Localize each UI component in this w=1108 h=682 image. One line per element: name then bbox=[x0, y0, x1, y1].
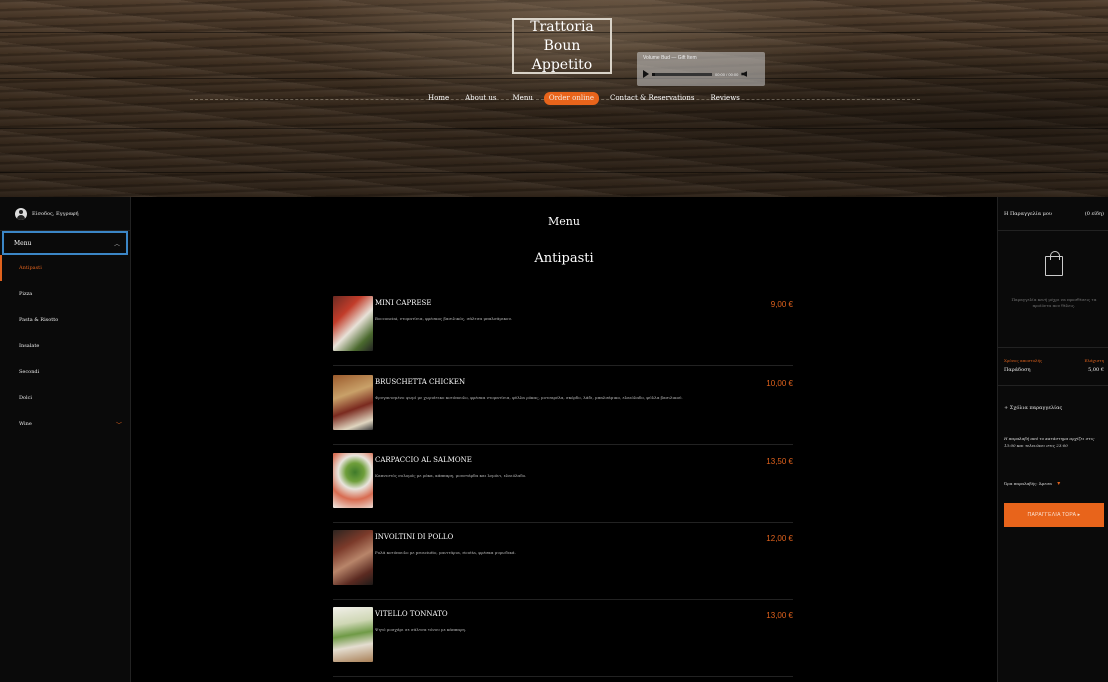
wood-plank-line bbox=[0, 78, 1108, 79]
sidebar-item-wine[interactable]: Wine ﹀ bbox=[0, 411, 130, 437]
audio-seek-bar[interactable] bbox=[652, 72, 712, 76]
sidebar-item-label: Dolci bbox=[19, 395, 33, 401]
login-label: Είσοδος, Εγγραφή bbox=[32, 210, 79, 217]
cart-panel: Η Παραγγελία μου (0 είδη) Παραγγελία κεν… bbox=[997, 197, 1108, 682]
pickup-time-label: Ώρα παραλαβής: Άμεσα bbox=[1004, 481, 1052, 486]
dish-item[interactable]: INVOLTINI DI POLLO Ρολά κοτόπουλο με pro… bbox=[333, 530, 793, 600]
dish-description: Bocconcini, ντοματίνια, φρέσκος βασιλικό… bbox=[375, 316, 513, 321]
shopping-bag-icon bbox=[1045, 251, 1063, 276]
header-banner: Trattoria Boun Appetito Volume Bud — Gif… bbox=[0, 0, 1108, 197]
dish-price: 13,50 € bbox=[766, 457, 793, 466]
dish-name: VITELLO TONNATO bbox=[375, 610, 448, 618]
nav-reviews[interactable]: Reviews bbox=[705, 92, 744, 105]
dish-image bbox=[333, 296, 373, 351]
dish-item[interactable]: CARPACCIO AL SALMONE Καπνιστός σολομός μ… bbox=[333, 453, 793, 523]
nav-contact-reservations[interactable]: Contact & Reservations bbox=[605, 92, 699, 105]
order-now-button[interactable]: ΠΑΡΑΓΓΕΛΙΑ ΤΩΡΑ ▸ bbox=[1004, 503, 1104, 527]
cart-count: (0 είδη) bbox=[1084, 210, 1104, 217]
volume-icon[interactable] bbox=[741, 71, 748, 77]
sidebar-item-label: Insalate bbox=[19, 343, 40, 349]
sidebar-item-label: Pizza bbox=[19, 291, 33, 297]
audio-progress-fill bbox=[652, 72, 655, 76]
nav-home[interactable]: Home bbox=[423, 92, 454, 105]
dish-price: 13,00 € bbox=[766, 611, 793, 620]
menu-dropdown-label: Menu bbox=[14, 239, 32, 247]
audio-title: Volume Bud — Gift Item bbox=[643, 55, 697, 61]
dish-price: 12,00 € bbox=[766, 534, 793, 543]
sidebar-item-secondi[interactable]: Secondi bbox=[0, 359, 130, 385]
cart-header: Η Παραγγελία μου (0 είδη) bbox=[998, 197, 1108, 231]
dish-description: Ψητό μοσχάρι σε σάλτσα τόνου με κάππαρη. bbox=[375, 627, 467, 632]
wood-plank-line bbox=[0, 128, 1108, 129]
dish-price: 10,00 € bbox=[766, 379, 793, 388]
menu-dropdown-header[interactable]: Menu ︿ bbox=[2, 231, 128, 255]
dish-item[interactable]: BRUSCHETTA CHICKEN Φρυγανισμένο ψωμί με … bbox=[333, 375, 793, 445]
chevron-down-icon: ▾ bbox=[1057, 480, 1061, 487]
logo-line-2: Boun Appetito bbox=[531, 37, 593, 73]
nav-about-us[interactable]: About us bbox=[460, 92, 501, 105]
dish-name: BRUSCHETTA CHICKEN bbox=[375, 378, 466, 386]
sidebar-item-pizza[interactable]: Pizza bbox=[0, 281, 130, 307]
sidebar-item-label: Antipasti bbox=[19, 265, 42, 271]
nav-menu[interactable]: Menu bbox=[508, 92, 538, 105]
minimum-order-label: Ελάχιστη bbox=[1084, 358, 1105, 363]
login-link[interactable]: Είσοδος, Εγγραφή bbox=[0, 197, 130, 231]
divider bbox=[998, 347, 1108, 348]
wood-plank-line bbox=[0, 172, 1108, 173]
sidebar-item-label: Pasta & Risotto bbox=[19, 317, 59, 323]
dish-image bbox=[333, 607, 373, 662]
cart-empty-message: Παραγγελία κενή μέχρι να προσθέσεις τα π… bbox=[1011, 297, 1097, 308]
sidebar-item-label: Wine bbox=[19, 421, 32, 427]
sidebar-item-insalate[interactable]: Insalate bbox=[0, 333, 130, 359]
audio-controls: 00:00 / 00:00 bbox=[643, 70, 759, 78]
delivery-value[interactable]: Παράδοση bbox=[1004, 367, 1030, 373]
chevron-up-icon: ︿ bbox=[113, 240, 120, 248]
main-nav: Home About us Menu Order online Contact … bbox=[423, 92, 745, 105]
page-title: Menu bbox=[548, 215, 580, 228]
user-icon bbox=[15, 207, 27, 220]
dish-item[interactable]: MINI CAPRESE Bocconcini, ντοματίνια, φρέ… bbox=[333, 296, 793, 366]
dish-name: CARPACCIO AL SALMONE bbox=[375, 456, 472, 464]
dish-image bbox=[333, 453, 373, 508]
dish-name: INVOLTINI DI POLLO bbox=[375, 533, 454, 541]
sidebar-item-label: Secondi bbox=[19, 369, 40, 375]
pickup-time-select[interactable]: Ώρα παραλαβής: Άμεσα ▾ bbox=[1004, 480, 1060, 487]
play-icon[interactable] bbox=[643, 70, 649, 78]
dish-price: 9,00 € bbox=[770, 300, 793, 309]
logo-line-1: Trattoria bbox=[530, 18, 594, 35]
minimum-order-value: 5,00 € bbox=[1088, 367, 1104, 373]
sidebar-item-antipasti[interactable]: Antipasti bbox=[0, 255, 130, 281]
order-comments-link[interactable]: + Σχόλια παραγγελίας bbox=[1004, 405, 1062, 411]
dish-item[interactable]: VITELLO TONNATO Ψητό μοσχάρι σε σάλτσα τ… bbox=[333, 607, 793, 677]
restaurant-logo[interactable]: Trattoria Boun Appetito bbox=[512, 18, 612, 74]
category-sidebar: Είσοδος, Εγγραφή Menu ︿ Antipasti Pizza … bbox=[0, 197, 131, 682]
sidebar-item-dolci[interactable]: Dolci bbox=[0, 385, 130, 411]
dish-image bbox=[333, 375, 373, 430]
dish-image bbox=[333, 530, 373, 585]
dish-description: Καπνιστός σολομός με ρόκα, κάππαρη, μουσ… bbox=[375, 473, 527, 478]
cart-title: Η Παραγγελία μου bbox=[1004, 210, 1052, 217]
dish-name: MINI CAPRESE bbox=[375, 299, 432, 307]
pickup-hours-note: Η παραλαβή από το κατάστημα αρχίζει στις… bbox=[1004, 436, 1095, 448]
nav-order-online[interactable]: Order online bbox=[543, 92, 599, 105]
chevron-down-icon: ﹀ bbox=[115, 421, 122, 429]
menu-content: Menu Antipasti MINI CAPRESE Bocconcini, … bbox=[131, 197, 997, 682]
divider bbox=[998, 385, 1108, 386]
sidebar-item-pasta-risotto[interactable]: Pasta & Risotto bbox=[0, 307, 130, 333]
audio-player: Volume Bud — Gift Item 00:00 / 00:00 bbox=[637, 52, 765, 86]
dish-description: Ρολά κοτόπουλο με prosciutto, μανιτάρια,… bbox=[375, 550, 516, 555]
dish-description: Φρυγανισμένο ψωμί με χωριάτικο κοτόπουλο… bbox=[375, 395, 683, 400]
audio-time: 00:00 / 00:00 bbox=[715, 71, 739, 77]
section-title: Antipasti bbox=[534, 251, 594, 266]
delivery-label: Χρόνος αποστολής bbox=[1004, 358, 1043, 363]
